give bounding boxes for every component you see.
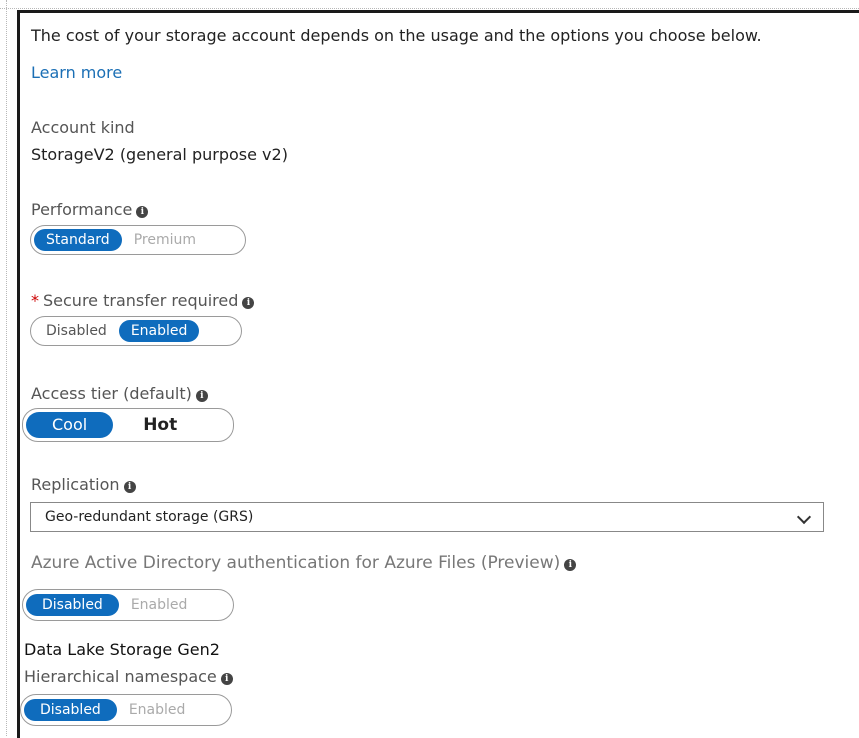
secure-transfer-label-text: Secure transfer required	[43, 291, 239, 310]
settings-panel	[17, 10, 859, 738]
chevron-down-icon	[796, 509, 812, 525]
aad-auth-label-text: Azure Active Directory authentication fo…	[31, 553, 561, 573]
info-icon[interactable]: i	[242, 297, 255, 309]
access-tier-toggle: Cool Hot	[22, 408, 234, 442]
performance-premium-option[interactable]: Premium	[122, 229, 208, 251]
hierarchical-namespace-label: Hierarchical namespace i	[24, 667, 233, 686]
secure-transfer-disabled-option[interactable]: Disabled	[34, 320, 119, 342]
account-kind-value: StorageV2 (general purpose v2)	[31, 145, 288, 164]
hierarchical-namespace-label-text: Hierarchical namespace	[24, 667, 217, 686]
hierarchical-namespace-toggle: Disabled Enabled	[20, 694, 232, 726]
info-icon[interactable]: i	[136, 206, 149, 218]
aad-auth-label: Azure Active Directory authentication fo…	[31, 553, 577, 573]
secure-transfer-enabled-option[interactable]: Enabled	[118, 320, 200, 342]
secure-transfer-label: * Secure transfer required i	[31, 291, 255, 310]
info-icon[interactable]: i	[123, 481, 136, 493]
dotted-frame-left	[6, 0, 8, 736]
access-tier-label-text: Access tier (default)	[31, 384, 192, 403]
account-kind-label: Account kind	[31, 118, 135, 137]
replication-label-text: Replication	[31, 475, 120, 494]
access-tier-label: Access tier (default) i	[31, 384, 208, 403]
aad-auth-enabled-option[interactable]: Enabled	[119, 594, 200, 616]
required-asterisk: *	[31, 291, 39, 310]
info-icon[interactable]: i	[195, 390, 208, 402]
dotted-frame-top	[0, 0, 859, 9]
performance-toggle: Standard Premium	[30, 225, 246, 255]
hierarchical-namespace-enabled-option[interactable]: Enabled	[117, 699, 198, 721]
learn-more-link[interactable]: Learn more	[31, 63, 122, 82]
access-tier-cool-option[interactable]: Cool	[26, 412, 114, 438]
aad-auth-toggle: Disabled Enabled	[22, 589, 234, 621]
secure-transfer-toggle: Disabled Enabled	[30, 316, 242, 346]
performance-label: Performance i	[31, 200, 149, 219]
hierarchical-namespace-disabled-option[interactable]: Disabled	[24, 699, 117, 721]
intro-text: The cost of your storage account depends…	[31, 26, 762, 45]
performance-standard-option[interactable]: Standard	[34, 229, 122, 251]
replication-select[interactable]: Geo-redundant storage (GRS)	[30, 502, 824, 532]
replication-label: Replication i	[31, 475, 136, 494]
replication-selected-value: Geo-redundant storage (GRS)	[45, 509, 254, 525]
performance-label-text: Performance	[31, 200, 133, 219]
info-icon[interactable]: i	[564, 559, 577, 571]
info-icon[interactable]: i	[220, 673, 233, 685]
aad-auth-disabled-option[interactable]: Disabled	[26, 594, 119, 616]
data-lake-section-title: Data Lake Storage Gen2	[24, 640, 220, 659]
access-tier-hot-option[interactable]: Hot	[113, 414, 207, 436]
